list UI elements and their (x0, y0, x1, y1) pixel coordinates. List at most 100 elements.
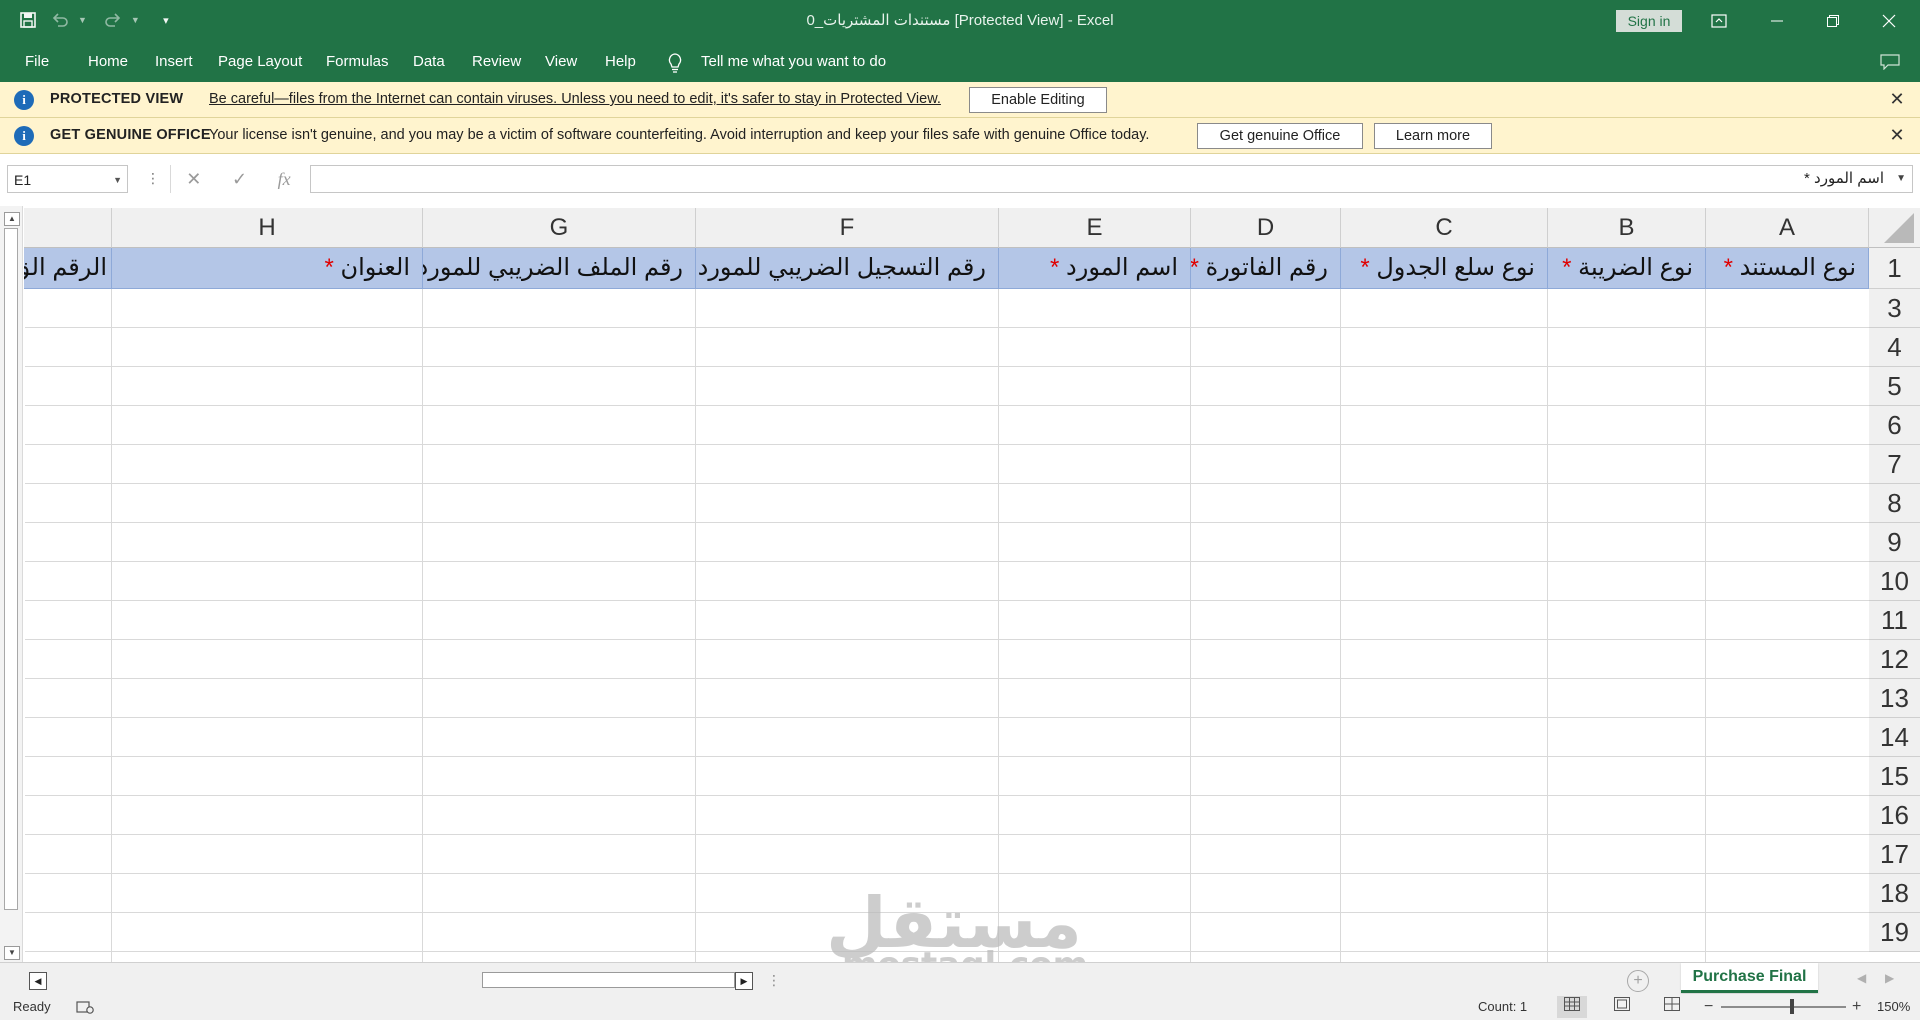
header-cell-e[interactable]: اسم المورد * (999, 248, 1191, 289)
undo-icon[interactable] (46, 6, 74, 34)
formula-input[interactable]: اسم المورد * ▼ (310, 165, 1913, 193)
scroll-thumb[interactable] (4, 228, 18, 910)
tell-me-search[interactable]: Tell me what you want to do (701, 41, 886, 82)
row-header[interactable]: 17 (1869, 835, 1920, 874)
save-icon[interactable] (14, 6, 42, 34)
sign-in-button[interactable]: Sign in (1616, 10, 1682, 32)
row-header[interactable]: 16 (1869, 796, 1920, 835)
row-header[interactable]: 12 (1869, 640, 1920, 679)
row-header[interactable]: 14 (1869, 718, 1920, 757)
zoom-slider[interactable] (1721, 1006, 1846, 1008)
enable-editing-button[interactable]: Enable Editing (969, 87, 1107, 113)
row-header[interactable]: 19 (1869, 913, 1920, 952)
formula-value: اسم المورد * (1804, 170, 1884, 187)
undo-dropdown-icon[interactable]: ▼ (78, 15, 87, 25)
tab-formulas[interactable]: Formulas (326, 41, 389, 82)
scroll-left-icon[interactable]: ◀ (29, 972, 47, 990)
restore-icon[interactable] (1810, 0, 1856, 41)
header-cell-g[interactable]: رقم الملف الضريبي للمورد (423, 248, 696, 289)
row-header[interactable]: 4 (1869, 328, 1920, 367)
column-header-f[interactable]: F (696, 208, 999, 248)
row-header[interactable]: 15 (1869, 757, 1920, 796)
customize-toolbar-icon[interactable]: ▾ (152, 6, 180, 34)
zoom-out-button[interactable]: − (1704, 994, 1713, 1020)
tab-view[interactable]: View (545, 41, 577, 82)
header-cell-b[interactable]: نوع الضريبة * (1548, 248, 1706, 289)
vertical-scrollbar[interactable]: ▲ ▼ (0, 206, 23, 964)
insert-function-icon[interactable]: fx (278, 169, 291, 190)
expand-formula-bar-icon[interactable]: ▼ (1896, 166, 1906, 192)
zoom-level[interactable]: 150% (1877, 994, 1910, 1020)
name-box[interactable]: E1 ▼ (7, 165, 128, 193)
row-header[interactable]: 1 (1869, 248, 1920, 289)
row-header[interactable]: 5 (1869, 367, 1920, 406)
normal-view-icon[interactable] (1557, 996, 1587, 1018)
name-box-value: E1 (14, 172, 32, 188)
horizontal-scroll-thumb[interactable] (482, 972, 735, 988)
tab-scroll-left-icon[interactable]: ◀ (1857, 971, 1866, 985)
column-header-e[interactable]: E (999, 208, 1191, 248)
row-header[interactable]: 8 (1869, 484, 1920, 523)
resize-handle-icon[interactable]: ⋮ (146, 170, 160, 187)
select-all-button[interactable] (1869, 208, 1920, 248)
tab-file[interactable]: File (25, 41, 49, 82)
macro-recording-icon[interactable] (76, 999, 94, 1019)
sheet-tab-purchase-final[interactable]: Purchase Final (1681, 963, 1818, 993)
lightbulb-icon[interactable] (667, 41, 683, 82)
row-header[interactable]: 10 (1869, 562, 1920, 601)
info-icon: i (14, 90, 34, 110)
tab-data[interactable]: Data (413, 41, 445, 82)
tab-review[interactable]: Review (472, 41, 521, 82)
cancel-icon[interactable]: ✕ (186, 169, 201, 190)
scroll-up-icon[interactable]: ▲ (4, 212, 20, 226)
header-cell-c[interactable]: نوع سلع الجدول * (1341, 248, 1548, 289)
column-header-b[interactable]: B (1548, 208, 1706, 248)
page-break-preview-icon[interactable] (1657, 996, 1687, 1018)
header-cell-d[interactable]: رقم الفاتورة * (1191, 248, 1341, 289)
column-header-c[interactable]: C (1341, 208, 1548, 248)
row-header[interactable]: 11 (1869, 601, 1920, 640)
enter-icon[interactable]: ✓ (232, 169, 247, 190)
get-genuine-office-button[interactable]: Get genuine Office (1197, 123, 1363, 149)
row-header[interactable]: 3 (1869, 289, 1920, 328)
zoom-slider-thumb[interactable] (1790, 999, 1794, 1014)
redo-dropdown-icon[interactable]: ▼ (131, 15, 140, 25)
protected-view-message[interactable]: Be careful—files from the Internet can c… (209, 82, 941, 117)
close-icon[interactable] (1866, 0, 1912, 41)
scroll-right-icon[interactable]: ▶ (735, 972, 753, 990)
splitter-handle-icon[interactable]: ⋮ (767, 972, 781, 989)
add-sheet-icon[interactable]: + (1627, 970, 1649, 992)
row-header[interactable]: 6 (1869, 406, 1920, 445)
worksheet-grid[interactable] (0, 204, 1920, 962)
tab-home[interactable]: Home (88, 41, 128, 82)
comments-icon[interactable] (1880, 41, 1900, 82)
column-header-d[interactable]: D (1191, 208, 1341, 248)
minimize-icon[interactable] (1754, 0, 1800, 41)
tab-insert[interactable]: Insert (155, 41, 193, 82)
zoom-in-button[interactable]: + (1852, 994, 1861, 1020)
page-layout-view-icon[interactable] (1607, 996, 1637, 1018)
header-cell-f[interactable]: رقم التسجيل الضريبي للمورد (696, 248, 999, 289)
close-icon[interactable]: ✕ (1888, 90, 1906, 108)
chevron-down-icon[interactable]: ▼ (113, 166, 122, 194)
tab-scroll-right-icon[interactable]: ▶ (1885, 971, 1894, 985)
redo-icon[interactable] (99, 6, 127, 34)
genuine-office-bar: i GET GENUINE OFFICE Your license isn't … (0, 118, 1920, 154)
header-cell-h[interactable]: العنوان * (112, 248, 423, 289)
scroll-down-icon[interactable]: ▼ (4, 946, 20, 960)
row-header[interactable]: 13 (1869, 679, 1920, 718)
row-header[interactable]: 7 (1869, 445, 1920, 484)
column-header-i[interactable] (24, 208, 112, 248)
row-header[interactable]: 18 (1869, 874, 1920, 913)
column-header-h[interactable]: H (112, 208, 423, 248)
header-cell-a[interactable]: نوع المستند * (1706, 248, 1869, 289)
ribbon-display-options-icon[interactable] (1696, 0, 1742, 41)
tab-page-layout[interactable]: Page Layout (218, 41, 302, 82)
column-header-a[interactable]: A (1706, 208, 1869, 248)
column-header-g[interactable]: G (423, 208, 696, 248)
tab-help[interactable]: Help (605, 41, 636, 82)
close-icon[interactable]: ✕ (1888, 126, 1906, 144)
row-header[interactable]: 9 (1869, 523, 1920, 562)
learn-more-button[interactable]: Learn more (1374, 123, 1492, 149)
header-cell-i[interactable]: الرقم الق (24, 248, 112, 289)
